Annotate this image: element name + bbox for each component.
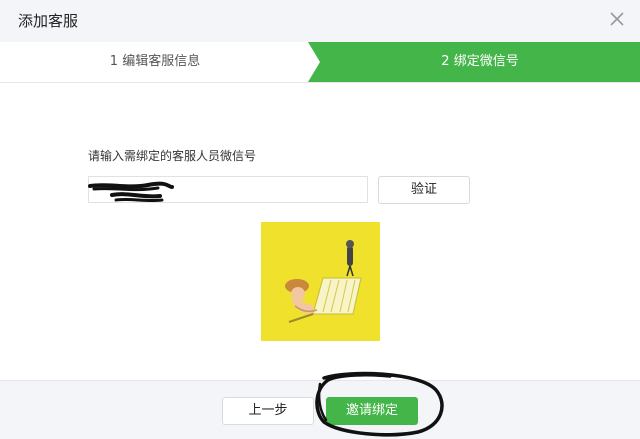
- qr-code-image: [261, 222, 380, 341]
- dialog-header: 添加客服: [0, 0, 640, 42]
- beach-illustration: [261, 222, 380, 341]
- step-2-label: 2 绑定微信号: [441, 54, 519, 69]
- close-icon[interactable]: [608, 10, 626, 28]
- wechat-id-prompt: 请输入需绑定的客服人员微信号: [88, 149, 257, 163]
- previous-step-button[interactable]: 上一步: [222, 397, 314, 425]
- dialog-title: 添加客服: [18, 12, 79, 30]
- step-indicator: 1 编辑客服信息 2 绑定微信号: [0, 42, 640, 83]
- verify-button[interactable]: 验证: [378, 176, 470, 204]
- hand-drawn-circle-annotation: [315, 371, 444, 437]
- redaction-scribble: [88, 181, 174, 203]
